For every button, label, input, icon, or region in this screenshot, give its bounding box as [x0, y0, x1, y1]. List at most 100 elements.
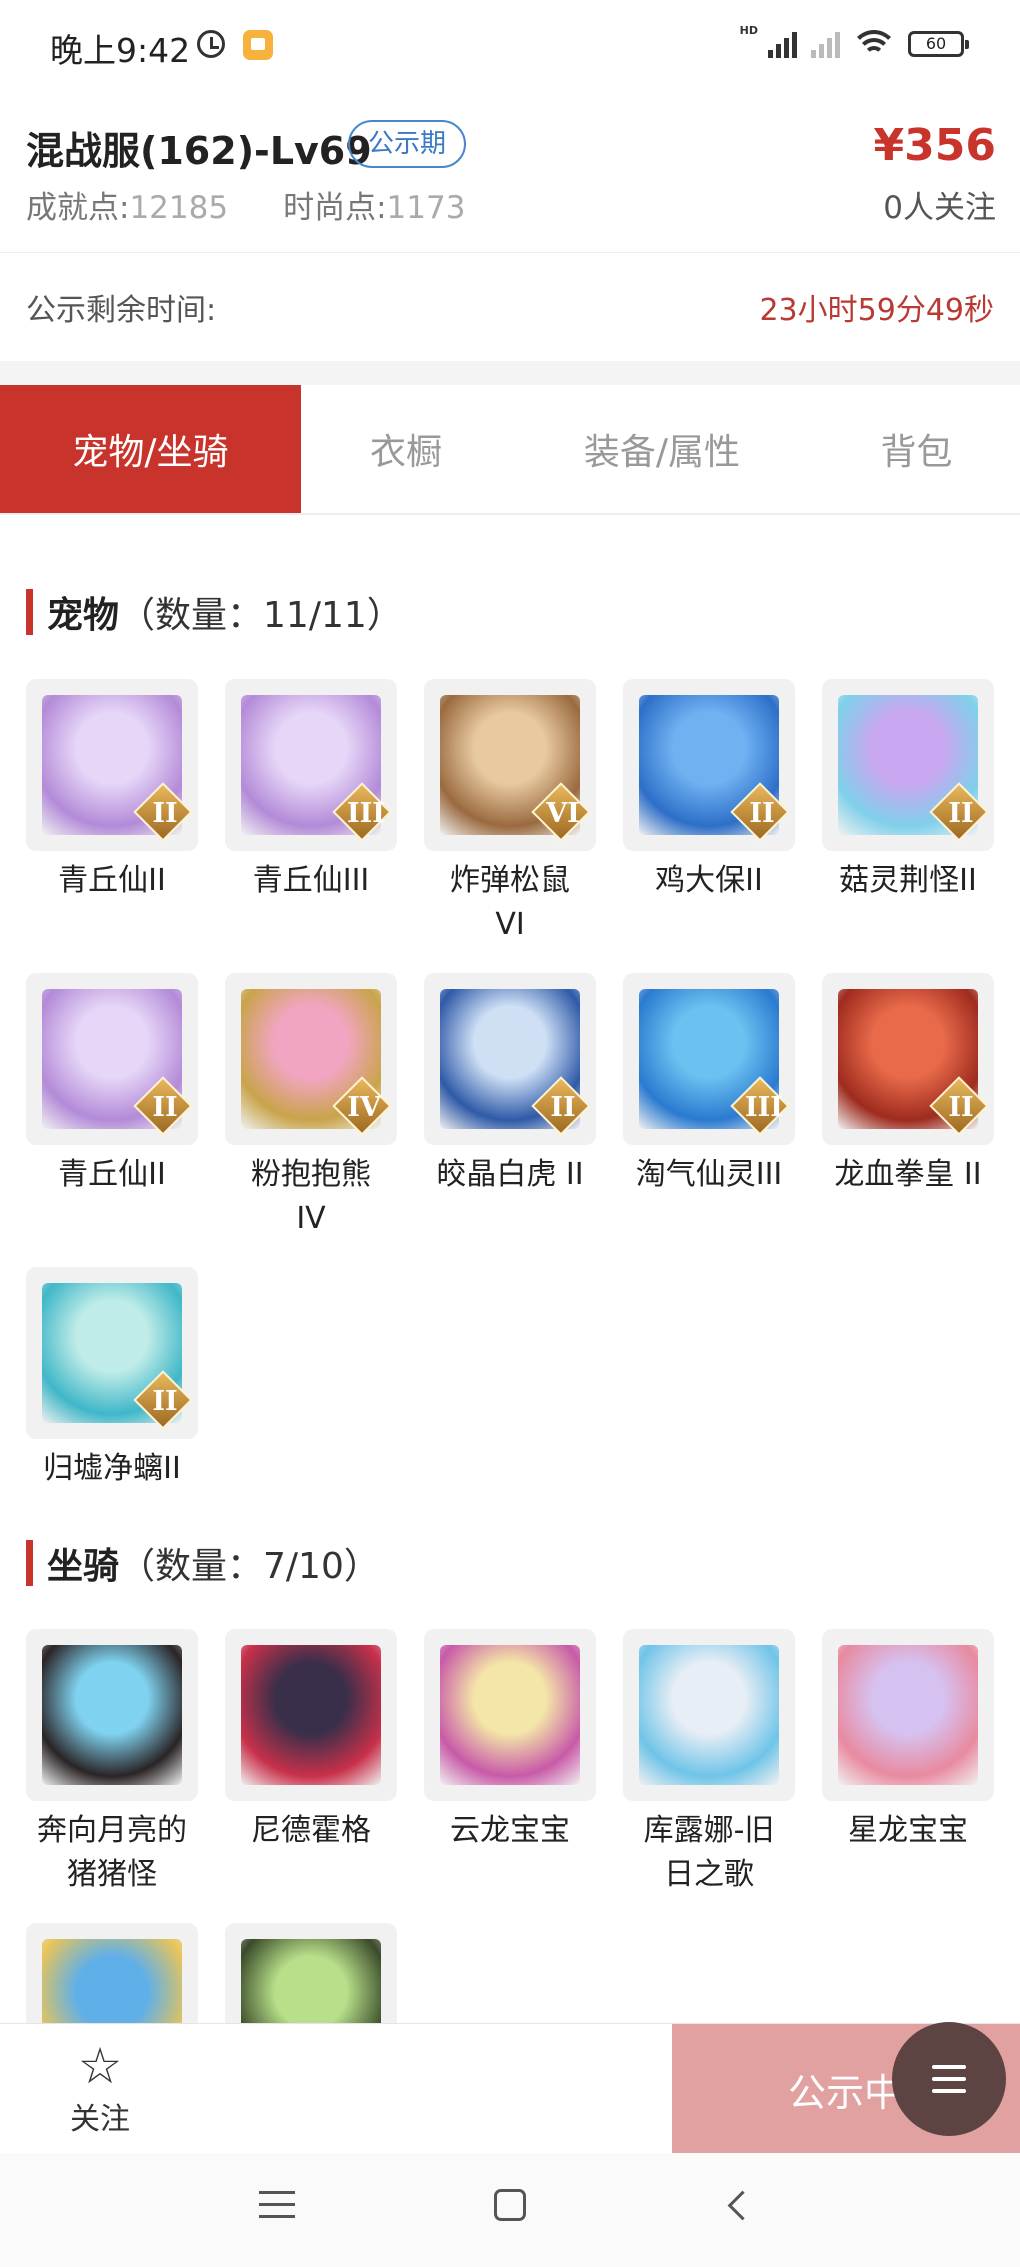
achievement-label: 成就点:	[26, 190, 130, 226]
section-accent-bar	[26, 1540, 33, 1586]
tab-pets-mounts[interactable]: 宠物/坐骑	[0, 385, 301, 513]
pets-title: 宠物	[47, 595, 120, 636]
mount-thumbnail	[424, 1629, 596, 1801]
pet-thumbnail: II	[26, 679, 198, 851]
pet-name: 菇灵荆怪II	[839, 863, 977, 898]
pet-thumbnail: IV	[225, 973, 397, 1145]
follow-label: 关注	[70, 2102, 130, 2137]
page-title: 混战服(162)-Lv69	[26, 129, 372, 173]
character-art	[639, 1645, 779, 1785]
rank-badge-text: II	[749, 798, 775, 829]
pets-section-title: 宠物 （数量：11/11）	[26, 586, 403, 638]
hd-label: HD	[739, 23, 758, 37]
mount-thumbnail	[822, 1629, 994, 1801]
pet-name: 粉抱抱熊 IV	[251, 1157, 371, 1236]
character-art	[42, 1645, 182, 1785]
pet-card[interactable]: VI 炸弹松鼠 VI	[424, 679, 596, 947]
tab-bar: 宠物/坐骑 衣橱 装备/属性 背包	[0, 385, 1020, 515]
status-bar: 晚上9:42 HD 60	[0, 0, 1020, 96]
pet-card[interactable]: II 皎晶白虎 II	[424, 973, 596, 1241]
public-notice-label: 公示中	[788, 2070, 903, 2115]
character-art	[440, 1645, 580, 1785]
pet-card[interactable]: II 青丘仙II	[26, 973, 198, 1241]
countdown-value: 23小时59分49秒	[759, 293, 994, 328]
stats-line: 成就点:12185 时尚点:1173	[26, 182, 465, 227]
mount-card[interactable]: 奔向月亮的 猪猪怪	[26, 1629, 198, 1897]
signal-icon	[768, 30, 797, 58]
rank-badge-text: III	[745, 1092, 783, 1123]
pet-thumbnail: VI	[424, 679, 596, 851]
countdown-label: 公示剩余时间:	[26, 293, 217, 328]
status-badge: 公示期	[348, 120, 467, 168]
menu-icon	[932, 2065, 966, 2069]
character-art	[838, 1645, 978, 1785]
tab-equipment[interactable]: 装备/属性	[511, 385, 813, 513]
pet-card[interactable]: II 龙血拳皇 II	[822, 973, 994, 1241]
followers-count: 0人关注	[883, 190, 996, 226]
mount-card[interactable]: 库露娜-旧 日之歌	[623, 1629, 795, 1897]
rank-badge-text: II	[550, 1092, 576, 1123]
rank-badge-text: VI	[546, 798, 580, 829]
rank-badge-text: II	[948, 1092, 974, 1123]
floating-menu-button[interactable]	[892, 2022, 1006, 2136]
mount-card[interactable]: 云龙宝宝	[424, 1629, 596, 1897]
pet-name: 青丘仙II	[58, 863, 166, 898]
alarm-icon	[197, 30, 225, 58]
pet-card[interactable]: IV 粉抱抱熊 IV	[225, 973, 397, 1241]
section-accent-bar	[26, 589, 33, 635]
mount-card[interactable]: 尼德霍格	[225, 1629, 397, 1897]
signal-secondary-icon	[811, 30, 840, 58]
mount-thumbnail	[26, 1629, 198, 1801]
mounts-title: 坐骑	[47, 1546, 120, 1587]
nav-home-icon[interactable]	[494, 2189, 526, 2221]
rank-badge-text: II	[152, 798, 178, 829]
pet-thumbnail: II	[822, 973, 994, 1145]
tab-wardrobe[interactable]: 衣橱	[301, 385, 511, 513]
wifi-icon	[854, 30, 894, 58]
pet-name: 归墟净螭II	[43, 1451, 181, 1486]
pet-name: 青丘仙III	[252, 863, 370, 898]
pet-name: 皎晶白虎 II	[436, 1157, 584, 1192]
pet-name: 鸡大保II	[655, 863, 763, 898]
status-indicators: HD 60	[740, 24, 969, 58]
battery-icon: 60	[908, 31, 969, 57]
section-divider	[0, 361, 1020, 385]
pet-card[interactable]: III 淘气仙灵III	[623, 973, 795, 1241]
pet-thumbnail: II	[822, 679, 994, 851]
mount-thumbnail	[623, 1629, 795, 1801]
pet-thumbnail: II	[26, 1267, 198, 1439]
mount-name: 库露娜-旧 日之歌	[643, 1813, 775, 1892]
nav-back-icon[interactable]	[727, 2190, 758, 2221]
follow-button[interactable]: ☆ 关注	[60, 2038, 140, 2138]
status-time: 晚上9:42	[50, 31, 191, 70]
notification-app-icon	[243, 30, 273, 60]
pet-name: 淘气仙灵III	[635, 1157, 783, 1192]
pet-name: 青丘仙II	[58, 1157, 166, 1192]
listing-header: 混战服(162)-Lv69 公示期 ¥356 成就点:12185 时尚点:1173…	[0, 96, 1020, 253]
mount-card[interactable]: 星龙宝宝	[822, 1629, 994, 1897]
rank-badge-text: III	[347, 798, 385, 829]
pet-thumbnail: II	[26, 973, 198, 1145]
nav-recents-icon[interactable]	[259, 2191, 295, 2218]
character-art	[241, 1645, 381, 1785]
system-nav-bar	[0, 2153, 1020, 2267]
pet-thumbnail: II	[623, 679, 795, 851]
price: ¥356	[873, 120, 996, 171]
tab-backpack[interactable]: 背包	[813, 385, 1020, 513]
pet-card[interactable]: III 青丘仙III	[225, 679, 397, 947]
pet-thumbnail: III	[623, 973, 795, 1145]
rank-badge-text: II	[152, 1386, 178, 1417]
pet-card[interactable]: II 鸡大保II	[623, 679, 795, 947]
pet-card[interactable]: II 青丘仙II	[26, 679, 198, 947]
pet-card[interactable]: II 菇灵荆怪II	[822, 679, 994, 947]
pets-grid: II 青丘仙II III 青丘仙III VI 炸弹松鼠 VI II 鸡大保II II 菇灵荆怪II…	[26, 679, 996, 1491]
fashion-value: 1173	[386, 190, 466, 226]
pet-card[interactable]: II 归墟净螭II	[26, 1267, 198, 1491]
rank-badge-text: II	[948, 798, 974, 829]
pet-thumbnail: II	[424, 973, 596, 1145]
pet-name: 龙血拳皇 II	[834, 1157, 982, 1192]
countdown-row: 公示剩余时间: 23小时59分49秒	[0, 253, 1020, 361]
rank-badge-text: IV	[347, 1092, 381, 1123]
pet-thumbnail: III	[225, 679, 397, 851]
mount-name: 尼德霍格	[251, 1813, 371, 1848]
